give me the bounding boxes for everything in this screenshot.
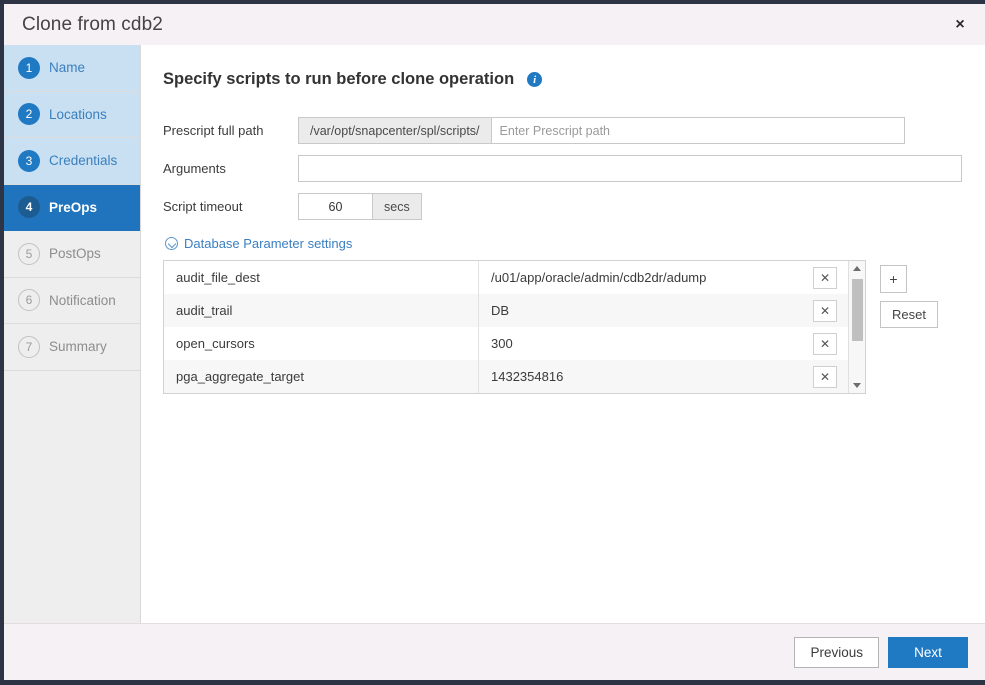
next-button[interactable]: Next bbox=[888, 637, 968, 668]
step-label: Name bbox=[49, 60, 85, 75]
table-row[interactable]: audit_file_dest /u01/app/oracle/admin/cd… bbox=[164, 261, 848, 294]
delete-parameter-icon[interactable]: ✕ bbox=[813, 333, 837, 355]
scroll-down-icon[interactable] bbox=[849, 378, 865, 393]
dialog-title: Clone from cdb2 bbox=[22, 14, 163, 36]
table-row[interactable]: open_cursors 300 ✕ bbox=[164, 327, 848, 360]
script-timeout-input-group: secs bbox=[298, 193, 422, 220]
table-scrollbar[interactable] bbox=[848, 261, 865, 393]
table-row[interactable]: pga_aggregate_target 1432354816 ✕ bbox=[164, 360, 848, 393]
delete-parameter-icon[interactable]: ✕ bbox=[813, 267, 837, 289]
sidebar-item-summary[interactable]: 7 Summary bbox=[4, 324, 140, 371]
arguments-input[interactable] bbox=[298, 155, 962, 182]
prescript-path-label: Prescript full path bbox=[163, 123, 298, 138]
page-title: Specify scripts to run before clone oper… bbox=[163, 70, 985, 89]
parameter-name: audit_file_dest bbox=[164, 261, 479, 294]
step-label: PreOps bbox=[49, 200, 97, 215]
parameter-name: open_cursors bbox=[164, 327, 479, 360]
parameter-delete-cell: ✕ bbox=[802, 366, 848, 388]
scroll-up-icon[interactable] bbox=[849, 261, 865, 276]
parameter-name: pga_aggregate_target bbox=[164, 360, 479, 393]
parameter-value: DB bbox=[479, 294, 802, 327]
parameter-delete-cell: ✕ bbox=[802, 300, 848, 322]
reset-parameters-button[interactable]: Reset bbox=[880, 301, 938, 328]
step-number: 1 bbox=[18, 57, 40, 79]
add-parameter-button[interactable]: + bbox=[880, 265, 907, 293]
parameter-delete-cell: ✕ bbox=[802, 267, 848, 289]
prescript-path-input[interactable] bbox=[491, 117, 905, 144]
sidebar-item-notification[interactable]: 6 Notification bbox=[4, 278, 140, 325]
script-timeout-row: Script timeout secs bbox=[163, 193, 985, 220]
step-number: 2 bbox=[18, 103, 40, 125]
chevron-down-icon bbox=[165, 237, 178, 250]
step-label: Credentials bbox=[49, 153, 117, 168]
step-number: 5 bbox=[18, 243, 40, 265]
parameter-name: audit_trail bbox=[164, 294, 479, 327]
table-row[interactable]: audit_trail DB ✕ bbox=[164, 294, 848, 327]
delete-parameter-icon[interactable]: ✕ bbox=[813, 366, 837, 388]
parameter-actions: + Reset bbox=[880, 260, 938, 328]
sidebar-item-locations[interactable]: 2 Locations bbox=[4, 92, 140, 139]
arguments-input-group bbox=[298, 155, 962, 182]
database-parameter-section: audit_file_dest /u01/app/oracle/admin/cd… bbox=[163, 260, 985, 394]
database-parameter-settings-toggle[interactable]: Database Parameter settings bbox=[165, 236, 985, 251]
step-number: 7 bbox=[18, 336, 40, 358]
dialog-footer: Previous Next bbox=[4, 623, 985, 680]
arguments-row: Arguments bbox=[163, 155, 985, 182]
step-number: 6 bbox=[18, 289, 40, 311]
step-label: Notification bbox=[49, 293, 116, 308]
dialog-titlebar: Clone from cdb2 × bbox=[4, 4, 985, 45]
prescript-path-prefix: /var/opt/snapcenter/spl/scripts/ bbox=[298, 117, 491, 144]
database-parameter-rows: audit_file_dest /u01/app/oracle/admin/cd… bbox=[164, 261, 848, 393]
step-label: Summary bbox=[49, 339, 107, 354]
wizard-step-sidebar: 1 Name 2 Locations 3 Credentials 4 PreOp… bbox=[4, 45, 141, 623]
clone-wizard-dialog: Clone from cdb2 × 1 Name 2 Locations 3 C… bbox=[0, 0, 985, 685]
script-timeout-label: Script timeout bbox=[163, 199, 298, 214]
sidebar-item-preops[interactable]: 4 PreOps bbox=[4, 185, 140, 232]
sidebar-item-postops[interactable]: 5 PostOps bbox=[4, 231, 140, 278]
sidebar-item-name[interactable]: 1 Name bbox=[4, 45, 140, 92]
prescript-path-row: Prescript full path /var/opt/snapcenter/… bbox=[163, 117, 985, 144]
script-timeout-input[interactable] bbox=[298, 193, 372, 220]
step-number: 3 bbox=[18, 150, 40, 172]
database-parameter-table: audit_file_dest /u01/app/oracle/admin/cd… bbox=[163, 260, 866, 394]
info-icon[interactable]: i bbox=[527, 72, 542, 87]
script-timeout-unit: secs bbox=[372, 193, 422, 220]
dialog-body: 1 Name 2 Locations 3 Credentials 4 PreOp… bbox=[4, 45, 985, 623]
previous-button[interactable]: Previous bbox=[794, 637, 879, 668]
parameter-delete-cell: ✕ bbox=[802, 333, 848, 355]
step-number: 4 bbox=[18, 196, 40, 218]
database-parameter-settings-label: Database Parameter settings bbox=[184, 236, 352, 251]
parameter-value: 300 bbox=[479, 327, 802, 360]
parameter-value: 1432354816 bbox=[479, 360, 802, 393]
delete-parameter-icon[interactable]: ✕ bbox=[813, 300, 837, 322]
arguments-label: Arguments bbox=[163, 161, 298, 176]
page-title-text: Specify scripts to run before clone oper… bbox=[163, 70, 514, 89]
sidebar-item-credentials[interactable]: 3 Credentials bbox=[4, 138, 140, 185]
step-label: PostOps bbox=[49, 246, 101, 261]
scrollbar-thumb[interactable] bbox=[852, 279, 863, 341]
prescript-input-group: /var/opt/snapcenter/spl/scripts/ bbox=[298, 117, 905, 144]
parameter-value: /u01/app/oracle/admin/cdb2dr/adump bbox=[479, 261, 802, 294]
close-icon[interactable]: × bbox=[947, 12, 973, 38]
step-label: Locations bbox=[49, 107, 107, 122]
main-content: Specify scripts to run before clone oper… bbox=[141, 45, 985, 623]
